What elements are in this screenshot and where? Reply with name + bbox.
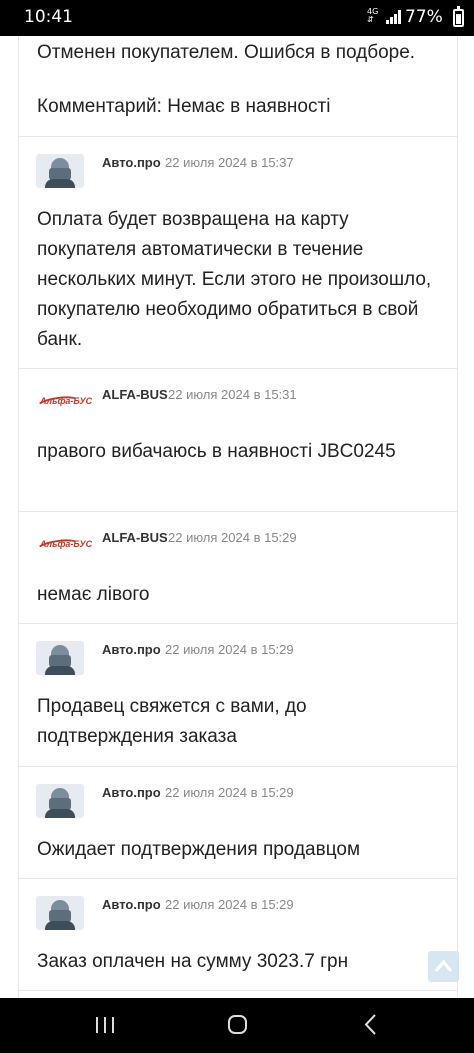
- message-text: правого вибачаюсь в наявності JBC0245: [37, 441, 396, 462]
- signal-icon: [386, 10, 402, 24]
- back-icon: [364, 1014, 376, 1035]
- alfa-bus-logo: Альфа-БУС: [35, 529, 92, 563]
- message-item: Альфа-БУС ALFA-BUS 22 июля 2024 в 15:31 …: [19, 369, 457, 512]
- message-author: Авто.про: [102, 897, 161, 912]
- message-date: 22 июля 2024 в 15:29: [165, 785, 294, 800]
- home-icon: [228, 1015, 247, 1034]
- message-date: 22 июля 2024 в 15:29: [168, 530, 297, 545]
- alfa-bus-logo: Альфа-БУС: [35, 386, 92, 420]
- message-text: Заказ оплачен на сумму 3023.7 грн: [37, 951, 349, 972]
- message-text: немає лівого: [37, 584, 150, 605]
- message-text: Ожидает подтверждения продавцом: [37, 839, 360, 860]
- message-author: Авто.про: [102, 785, 161, 800]
- message-author: ALFA-BUS: [102, 387, 168, 402]
- back-button[interactable]: [350, 1010, 390, 1040]
- status-bar: 10:41 4G ⇵ 77%: [0, 0, 474, 36]
- home-button[interactable]: [217, 1010, 257, 1040]
- message-item: Авто.про 22 июля 2024 в 15:29 Ожидает по…: [19, 767, 457, 879]
- order-history: Отменен покупателем. Ошибся в подборе. К…: [18, 36, 458, 998]
- message-author: ALFA-BUS: [102, 530, 168, 545]
- robot-avatar: [36, 896, 84, 930]
- message-item: Авто.про 22 июля 2024 в 15:29 Продавец с…: [19, 624, 457, 767]
- robot-avatar: [36, 784, 84, 818]
- message-date: 22 июля 2024 в 15:37: [165, 155, 294, 170]
- robot-avatar: [36, 641, 84, 675]
- message-item: Альфа-БУС ALFA-BUS 22 июля 2024 в 15:29 …: [19, 512, 457, 624]
- system-nav-bar: [0, 998, 474, 1053]
- recents-icon: [96, 1017, 114, 1033]
- scroll-top-button[interactable]: [428, 951, 459, 982]
- data-arrows-icon: ⇵: [367, 15, 374, 24]
- message-author: Авто.про: [102, 642, 161, 657]
- cancel-reason-block: Отменен покупателем. Ошибся в подборе. К…: [19, 36, 457, 137]
- comment-text: Комментарий: Немає в наявності: [37, 96, 331, 117]
- recents-button[interactable]: [85, 1010, 125, 1040]
- message-item: Авто.про 22 июля 2024 в 15:29 Заказ опла…: [19, 879, 457, 991]
- message-date: 22 июля 2024 в 15:29: [165, 642, 294, 657]
- message-date: 22 июля 2024 в 15:29: [165, 897, 294, 912]
- cancel-reason-text: Отменен покупателем. Ошибся в подборе.: [37, 42, 416, 63]
- battery-percent: 77%: [405, 7, 443, 27]
- robot-avatar: [36, 154, 84, 188]
- battery-icon: [453, 6, 464, 27]
- message-date: 22 июля 2024 в 15:31: [168, 387, 297, 402]
- message-text: Продавец свяжется с вами, до подтвержден…: [37, 696, 307, 747]
- network-indicator: 4G ⇵: [367, 8, 378, 24]
- status-time: 10:41: [24, 7, 73, 27]
- chevron-up-icon: [435, 959, 452, 972]
- message-item: Авто.про 22 июля 2024 в 15:37 Оплата буд…: [19, 137, 457, 369]
- message-author: Авто.про: [102, 155, 161, 170]
- message-text: Оплата будет возвращена на карту покупат…: [37, 209, 432, 350]
